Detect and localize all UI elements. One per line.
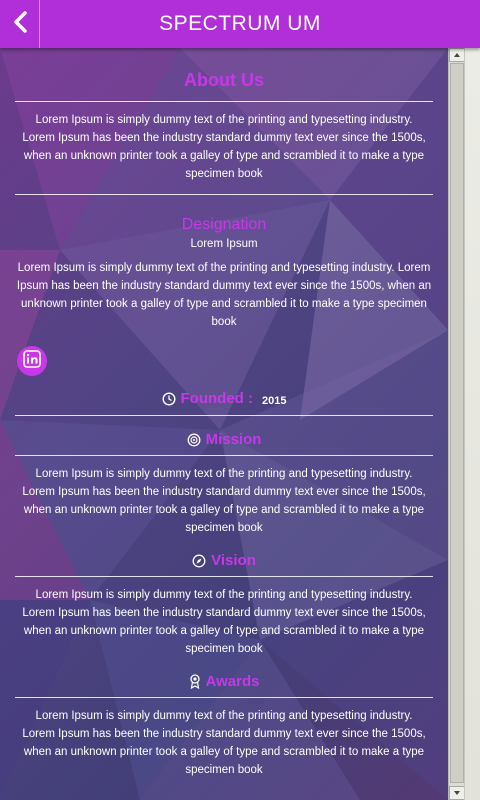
awards-heading-row: Awards bbox=[0, 673, 448, 690]
window-edge bbox=[464, 48, 480, 800]
mission-heading-row: Mission bbox=[0, 431, 448, 448]
designation-heading: Designation bbox=[181, 216, 267, 233]
founded-row: Founded : 2015 bbox=[0, 390, 448, 407]
vertical-scrollbar[interactable] bbox=[448, 48, 465, 800]
vision-heading: Vision bbox=[211, 552, 256, 569]
founded-year: 2015 bbox=[262, 394, 287, 407]
mission-heading: Mission bbox=[205, 431, 262, 448]
app-bar: SPECTRUM UM bbox=[0, 0, 480, 48]
chevron-left-icon bbox=[11, 10, 29, 39]
vision-text: Lorem Ipsum is simply dummy text of the … bbox=[22, 589, 426, 655]
divider bbox=[15, 194, 433, 195]
divider bbox=[15, 455, 433, 456]
divider bbox=[15, 415, 433, 416]
founded-label: Founded : bbox=[180, 390, 253, 407]
app-title: SPECTRUM UM bbox=[159, 12, 321, 35]
chevron-up-icon bbox=[454, 53, 460, 57]
scroll-up-arrow[interactable] bbox=[449, 48, 465, 62]
designation-text: Lorem Ipsum is simply dummy text of the … bbox=[16, 262, 432, 328]
back-button[interactable] bbox=[0, 0, 40, 48]
chevron-down-icon bbox=[454, 791, 460, 795]
awards-text: Lorem Ipsum is simply dummy text of the … bbox=[22, 710, 426, 776]
about-text: Lorem Ipsum is simply dummy text of the … bbox=[22, 114, 426, 180]
compass-icon bbox=[192, 554, 206, 568]
award-icon bbox=[189, 674, 201, 689]
designation-name: Lorem Ipsum bbox=[190, 238, 258, 250]
divider bbox=[15, 697, 433, 698]
linkedin-button[interactable] bbox=[17, 346, 47, 376]
about-heading: About Us bbox=[184, 70, 264, 90]
clock-icon bbox=[162, 391, 176, 406]
vision-heading-row: Vision bbox=[0, 552, 448, 569]
mission-text: Lorem Ipsum is simply dummy text of the … bbox=[22, 468, 426, 534]
divider bbox=[15, 101, 433, 102]
target-icon bbox=[187, 433, 201, 447]
linkedin-icon bbox=[23, 349, 41, 373]
awards-heading: Awards bbox=[205, 673, 260, 690]
scroll-down-arrow[interactable] bbox=[449, 786, 465, 800]
about-content: About Us Lorem Ipsum is simply dummy tex… bbox=[0, 48, 448, 800]
scrollbar-thumb[interactable] bbox=[450, 63, 464, 783]
divider bbox=[15, 576, 433, 577]
